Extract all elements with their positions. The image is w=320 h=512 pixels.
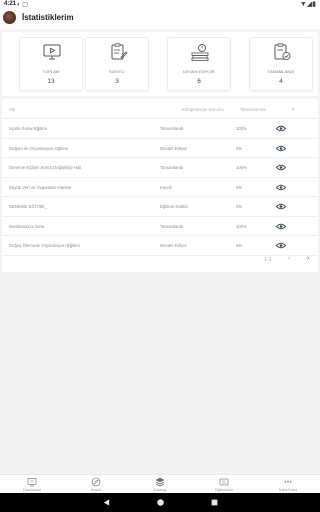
stat-card-completed: TAMAMLANDI 4 xyxy=(249,37,313,91)
home-icon[interactable] xyxy=(156,498,165,507)
table-row[interactable]: Deneme Eğitimi Sonra Değişikliği Hali Ta… xyxy=(2,158,318,178)
eye-icon[interactable] xyxy=(276,203,286,210)
nav-item-discover[interactable]: Keşfet xyxy=(64,475,128,494)
page-title: İstatistiklerim xyxy=(22,13,74,22)
compass-icon xyxy=(91,477,101,487)
nav-item-more[interactable]: Daha Fazla xyxy=(256,475,320,494)
app-header: İstatistiklerim xyxy=(0,9,320,29)
stat-label: TAMAMLANDI xyxy=(267,69,295,74)
eye-icon[interactable] xyxy=(276,242,286,249)
column-header-completion[interactable]: Tamamlanma xyxy=(240,107,266,112)
course-name[interactable]: DENEME EĞİTİMİ_ xyxy=(9,204,47,209)
stat-value: 6 xyxy=(197,78,201,85)
course-status: Tamamlandı xyxy=(160,165,184,170)
course-name[interactable]: Doğuş Ölemede Oryantasyon Eğitimi xyxy=(9,243,80,248)
eye-icon[interactable] xyxy=(276,184,286,191)
signal-battery-icons: ▼◢▮ xyxy=(299,1,316,8)
stat-value: 3 xyxy=(115,78,119,85)
layers-icon xyxy=(155,477,165,487)
course-name[interactable]: Doğum ile Oryantasyon Eğitimi xyxy=(9,146,68,151)
bottom-navigation: Dashboard Keşfet Katalog Eğitimlerim Dah… xyxy=(0,474,320,493)
stat-label: KAYITLI xyxy=(109,69,125,74)
course-completion: 100% xyxy=(236,126,247,131)
eye-icon[interactable] xyxy=(276,125,286,132)
column-header-status[interactable]: Kütüphaneye Durumu xyxy=(182,107,224,112)
stat-value: 4 xyxy=(279,78,283,85)
table-row[interactable]: Doğum ile Oryantasyon Eğitimi Devam Ediy… xyxy=(2,139,318,158)
nav-label: Dashboard xyxy=(23,488,41,492)
stat-label: DEVAM EDİYOR xyxy=(183,69,215,74)
table-row[interactable]: Doğuş Ölemede Oryantasyon Eğitimi Devam … xyxy=(2,236,318,256)
course-completion: 100% xyxy=(236,223,247,229)
notification-icons: ◐ ▢ xyxy=(17,2,28,8)
course-completion: 0% xyxy=(236,204,243,209)
eye-icon[interactable] xyxy=(276,164,286,171)
table-header: Adı Kütüphaneye Durumu Tamamlanma # xyxy=(2,99,318,119)
course-status: Tamamlandı xyxy=(160,126,184,131)
nav-label: Eğitimlerim xyxy=(215,488,233,492)
course-completion: 100% xyxy=(236,165,247,170)
course-completion: 0% xyxy=(236,184,243,190)
nav-item-my-courses[interactable]: Eğitimlerim xyxy=(192,475,256,494)
pagination-range: 1-3 xyxy=(264,257,272,263)
course-status: Devam Ediyor xyxy=(160,145,187,151)
course-icon xyxy=(219,478,229,486)
avatar[interactable] xyxy=(3,11,16,24)
table-row[interactable]: DENEME EĞİTİMİ_ Eğitime Katıldı 0% xyxy=(2,197,318,217)
nav-label: Katalog xyxy=(153,488,167,492)
stat-value: 13 xyxy=(47,78,55,85)
stat-card-registered: KAYITLI 3 xyxy=(85,37,149,91)
course-completion: 0% xyxy=(236,243,243,248)
course-completion: 0% xyxy=(236,145,243,151)
nav-label: Daha Fazla xyxy=(278,488,298,492)
back-icon[interactable] xyxy=(102,498,111,507)
stat-card-in-progress: DEVAM EDİYOR 6 xyxy=(167,37,231,91)
course-name[interactable]: Büyük Veri ve Uygulama Alanları xyxy=(9,185,71,190)
hourglass-books-icon xyxy=(191,44,209,61)
eye-icon[interactable] xyxy=(276,223,286,230)
status-bar: 4:21 ◐ ▢ ▼◢▮ xyxy=(0,0,320,9)
clipboard-edit-icon xyxy=(111,43,128,60)
more-icon xyxy=(284,481,292,483)
stats-panel: TOPLAM 13 KAYITLI 3 DEVAM EDİYOR 6 TAMAM… xyxy=(2,32,318,96)
eye-icon[interactable] xyxy=(276,145,286,152)
status-time: 4:21 xyxy=(4,1,17,7)
course-status: Devam Ediyor xyxy=(160,243,187,248)
nav-item-catalog[interactable]: Katalog xyxy=(128,475,192,494)
nav-item-dashboard[interactable]: Dashboard xyxy=(0,475,64,494)
dashboard-icon xyxy=(27,478,37,487)
table-row[interactable]: Ispirla Sınav Eğitimi Tamamlandı 100% xyxy=(2,119,318,139)
system-navigation-bar xyxy=(0,493,320,512)
clipboard-check-icon xyxy=(274,43,291,61)
stat-label: TOPLAM xyxy=(42,69,60,74)
column-header-action: # xyxy=(292,107,295,112)
stat-card-total: TOPLAM 13 xyxy=(19,37,83,91)
course-status: Eğitime Katıldı xyxy=(160,204,188,209)
pagination-next-button[interactable]: › xyxy=(307,255,309,262)
course-status: Tamamlandı xyxy=(160,223,184,229)
courses-table: Adı Kütüphaneye Durumu Tamamlanma # Ispi… xyxy=(2,99,318,272)
column-header-name[interactable]: Adı xyxy=(9,107,15,112)
nav-label: Keşfet xyxy=(90,488,102,492)
course-name[interactable]: Ispirla Sınav Eğitimi xyxy=(9,126,47,131)
course-status: Kayıtlı xyxy=(160,184,172,190)
course-name[interactable]: Mevlanaxxxx Deta xyxy=(9,224,44,229)
table-row[interactable]: Büyük Veri ve Uygulama Alanları Kayıtlı … xyxy=(2,178,318,197)
pagination-prev-button[interactable]: ‹ xyxy=(288,255,290,262)
course-name[interactable]: Deneme Eğitimi Sonra Değişikliği Hali xyxy=(9,165,81,170)
recents-icon[interactable] xyxy=(210,498,219,507)
table-row[interactable]: Mevlanaxxxx Deta Tamamlandı 100% xyxy=(2,217,318,236)
monitor-play-icon xyxy=(43,44,61,60)
